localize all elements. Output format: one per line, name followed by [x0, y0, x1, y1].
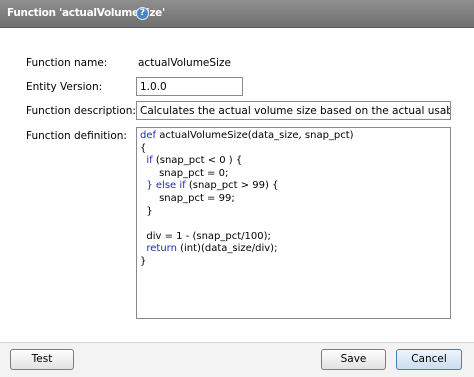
- save-button[interactable]: Save: [321, 349, 386, 370]
- code-text: actualVolumeSize(data_size, snap_pct): [156, 130, 354, 141]
- code-line: }: [140, 206, 447, 219]
- function-name-value: actualVolumeSize: [138, 57, 231, 69]
- code-line: div = 1 - (snap_pct/100);: [140, 231, 447, 244]
- code-line: snap_pct = 99;: [140, 193, 447, 206]
- function-name-label: Function name:: [26, 57, 108, 69]
- code-text: (snap_pct < 0 ) {: [152, 155, 243, 167]
- entity-version-field[interactable]: 1.0.0: [136, 77, 243, 96]
- code-text: (int)(data_size/div);: [176, 243, 278, 255]
- help-icon[interactable]: ?: [136, 7, 149, 20]
- code-text: }: [140, 255, 147, 267]
- code-keyword: return: [140, 243, 177, 255]
- code-line: {: [140, 143, 447, 156]
- function-description-label: Function description:: [26, 105, 136, 117]
- function-description-field[interactable]: Calculates the actual volume size based …: [136, 101, 451, 120]
- code-text: snap_pct = 0;: [140, 167, 229, 179]
- function-definition-editor[interactable]: def actualVolumeSize(data_size, snap_pct…: [136, 127, 451, 319]
- code-line: } else if (snap_pct > 99) {: [140, 180, 447, 193]
- code-line: }: [140, 256, 447, 269]
- code-line: if (snap_pct < 0 ) {: [140, 155, 447, 168]
- entity-version-label: Entity Version:: [26, 81, 103, 93]
- cancel-button[interactable]: Cancel: [396, 349, 462, 370]
- code-line: def actualVolumeSize(data_size, snap_pct…: [140, 130, 447, 143]
- code-line: snap_pct = 0;: [140, 168, 447, 181]
- code-keyword: def: [140, 130, 157, 141]
- function-definition-label: Function definition:: [26, 130, 127, 142]
- code-keyword: if: [140, 155, 153, 167]
- code-text: snap_pct = 99;: [140, 192, 235, 204]
- code-text: div = 1 - (snap_pct/100);: [140, 230, 271, 242]
- code-keyword: } else if: [140, 180, 186, 192]
- dialog-titlebar: Function 'actualVolumeSize' ?: [0, 0, 474, 28]
- code-text: {: [140, 142, 147, 154]
- code-line: return (int)(data_size/div);: [140, 243, 447, 256]
- code-text: }: [140, 205, 153, 217]
- code-text: (snap_pct > 99) {: [185, 180, 279, 192]
- test-button[interactable]: Test: [10, 349, 74, 370]
